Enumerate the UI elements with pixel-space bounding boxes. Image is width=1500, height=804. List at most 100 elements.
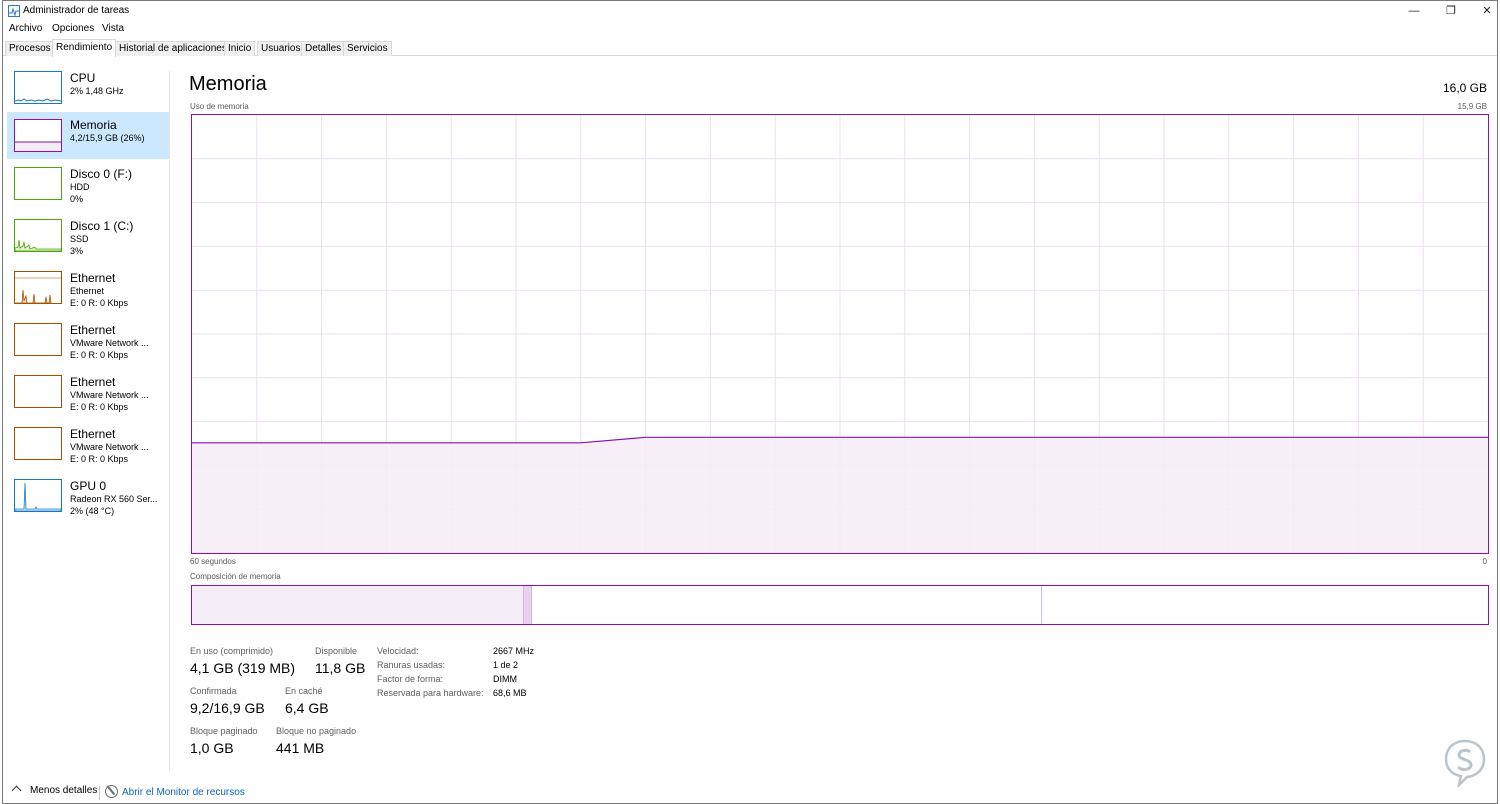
title-bar: Administrador de tareas — ❐ ✕ bbox=[3, 1, 1497, 21]
sidebar-item-detail: 0% bbox=[70, 194, 84, 204]
memory-usage-svg bbox=[192, 115, 1488, 553]
sidebar-item-detail: 4,2/15,9 GB (26%) bbox=[70, 133, 145, 143]
slots-label: Ranuras usadas: bbox=[377, 660, 446, 670]
hardware-reserved-value: 68,6 MB bbox=[493, 688, 527, 698]
disk-1-thumbnail bbox=[14, 219, 62, 252]
tab-historial-de-aplicaciones[interactable]: Historial de aplicaciones bbox=[115, 41, 231, 56]
menu-opciones[interactable]: Opciones bbox=[52, 23, 94, 34]
sidebar-item-title: CPU bbox=[70, 71, 96, 85]
ethernet-thumbnail bbox=[14, 271, 62, 304]
sidebar-item-title: Ethernet bbox=[70, 323, 116, 337]
sidebar-item-title: Ethernet bbox=[70, 427, 116, 441]
close-button[interactable]: ✕ bbox=[1469, 1, 1500, 21]
tab-detalles[interactable]: Detalles bbox=[301, 41, 346, 56]
tab-procesos[interactable]: Procesos bbox=[5, 41, 55, 56]
sidebar-item-detail: 3% bbox=[70, 246, 84, 256]
in-use-label: En uso (comprimido) bbox=[190, 646, 274, 656]
available-label: Disponible bbox=[315, 646, 358, 656]
watermark-logo-icon bbox=[1444, 739, 1486, 787]
minimize-button[interactable]: — bbox=[1396, 1, 1432, 21]
menu-bar: Archivo Opciones Vista bbox=[3, 21, 1497, 37]
footer-bar: Menos detalles Abrir el Monitor de recur… bbox=[3, 781, 1497, 803]
memory-composition-bar bbox=[191, 585, 1489, 625]
sidebar-item-ethernet[interactable]: Ethernet VMware Network ... E: 0 R: 0 Kb… bbox=[7, 319, 169, 369]
memory-total: 16,0 GB bbox=[1442, 81, 1487, 95]
sidebar-item-gpu-0[interactable]: GPU 0 Radeon RX 560 Ser... 2% (48 °C) bbox=[7, 475, 169, 525]
sidebar-item-title: GPU 0 bbox=[70, 479, 107, 493]
hardware-reserved-label: Reservada para hardware: bbox=[377, 688, 484, 698]
task-manager-app-icon bbox=[8, 5, 20, 17]
sidebar-item-title: Ethernet bbox=[70, 271, 116, 285]
composition-free bbox=[1042, 586, 1488, 624]
sidebar-item-detail: 2% 1,48 GHz bbox=[70, 86, 124, 96]
sidebar-item-ethernet[interactable]: Ethernet VMware Network ... E: 0 R: 0 Kb… bbox=[7, 371, 169, 421]
sidebar-item-detail: VMware Network ... bbox=[70, 442, 149, 452]
sidebar-item-detail: SSD bbox=[70, 234, 89, 244]
resource-monitor-icon bbox=[105, 785, 118, 798]
open-resource-monitor-link[interactable]: Abrir el Monitor de recursos bbox=[122, 787, 245, 798]
less-details-label: Menos detalles bbox=[30, 785, 98, 796]
resource-sidebar: CPU 2% 1,48 GHz Memoria 4,2/15,9 GB (26%… bbox=[3, 65, 169, 775]
usage-chart-title: Uso de memoria bbox=[190, 102, 249, 111]
footer-separator bbox=[99, 786, 100, 800]
disk-0-thumbnail bbox=[14, 167, 62, 200]
committed-label: Confirmada bbox=[190, 686, 237, 696]
composition-in-use bbox=[192, 586, 524, 624]
tab-inicio[interactable]: Inicio bbox=[224, 41, 256, 56]
ethernet-thumbnail bbox=[14, 375, 62, 408]
sidebar-item-detail: E: 0 R: 0 Kbps bbox=[70, 298, 129, 308]
sidebar-item-detail: VMware Network ... bbox=[70, 390, 149, 400]
cached-label: En caché bbox=[285, 686, 323, 696]
sidebar-item-ethernet[interactable]: Ethernet VMware Network ... E: 0 R: 0 Kb… bbox=[7, 423, 169, 473]
nonpaged-pool-label: Bloque no paginado bbox=[276, 726, 357, 736]
sidebar-item-memoria[interactable]: Memoria 4,2/15,9 GB (26%) bbox=[7, 112, 169, 159]
composition-standby bbox=[531, 586, 1043, 624]
sidebar-item-cpu[interactable]: CPU 2% 1,48 GHz bbox=[7, 65, 169, 111]
paged-pool-label: Bloque paginado bbox=[190, 726, 258, 736]
speed-label: Velocidad: bbox=[377, 646, 419, 656]
cpu-thumbnail bbox=[14, 71, 62, 104]
paged-pool-value: 1,0 GB bbox=[190, 740, 234, 756]
ethernet-thumbnail bbox=[14, 323, 62, 356]
usage-chart-max: 15,9 GB bbox=[1457, 102, 1487, 111]
tab-servicios[interactable]: Servicios bbox=[343, 41, 392, 56]
ethernet-thumbnail bbox=[14, 427, 62, 460]
sidebar-item-disco-1[interactable]: Disco 1 (C:) SSD 3% bbox=[7, 215, 169, 265]
sidebar-item-title: Ethernet bbox=[70, 375, 116, 389]
memory-usage-graph bbox=[191, 114, 1489, 554]
sidebar-item-detail: VMware Network ... bbox=[70, 338, 149, 348]
page-title: Memoria bbox=[189, 73, 267, 95]
sidebar-item-title: Disco 1 (C:) bbox=[70, 219, 134, 233]
less-details-button[interactable]: Menos detalles bbox=[3, 781, 98, 803]
sidebar-item-title: Memoria bbox=[70, 118, 117, 132]
available-value: 11,8 GB bbox=[315, 660, 366, 676]
cached-value: 6,4 GB bbox=[285, 700, 329, 716]
sidebar-item-detail: Radeon RX 560 Ser... bbox=[70, 494, 158, 504]
task-manager-window: Administrador de tareas — ❐ ✕ Archivo Op… bbox=[2, 0, 1498, 804]
sidebar-item-detail: E: 0 R: 0 Kbps bbox=[70, 350, 129, 360]
composition-title: Composición de memoria bbox=[190, 572, 281, 581]
gpu-thumbnail bbox=[14, 479, 62, 512]
time-axis-right: 0 bbox=[1482, 557, 1487, 566]
sidebar-item-detail: E: 0 R: 0 Kbps bbox=[70, 402, 129, 412]
form-factor-label: Factor de forma: bbox=[377, 674, 444, 684]
form-factor-value: DIMM bbox=[493, 674, 517, 684]
chevron-up-icon bbox=[11, 785, 22, 796]
sidebar-item-detail: HDD bbox=[70, 182, 90, 192]
menu-archivo[interactable]: Archivo bbox=[9, 23, 42, 34]
slots-value: 1 de 2 bbox=[493, 660, 519, 670]
sidebar-item-ethernet[interactable]: Ethernet Ethernet E: 0 R: 0 Kbps bbox=[7, 267, 169, 317]
tab-rendimiento[interactable]: Rendimiento bbox=[52, 39, 117, 57]
maximize-button[interactable]: ❐ bbox=[1433, 1, 1469, 21]
tab-usuarios[interactable]: Usuarios bbox=[257, 41, 305, 56]
committed-value: 9,2/16,9 GB bbox=[190, 700, 265, 716]
window-title: Administrador de tareas bbox=[23, 5, 130, 16]
sidebar-item-disco-0[interactable]: Disco 0 (F:) HDD 0% bbox=[7, 163, 169, 213]
menu-vista[interactable]: Vista bbox=[102, 23, 124, 34]
composition-modified bbox=[523, 586, 532, 624]
speed-value: 2667 MHz bbox=[493, 646, 535, 656]
sidebar-item-detail: 2% (48 °C) bbox=[70, 506, 115, 516]
time-axis-left: 60 segundos bbox=[190, 557, 236, 566]
memory-usage-area bbox=[192, 437, 1488, 553]
tab-bar: Procesos Rendimiento Historial de aplica… bbox=[3, 39, 1497, 57]
